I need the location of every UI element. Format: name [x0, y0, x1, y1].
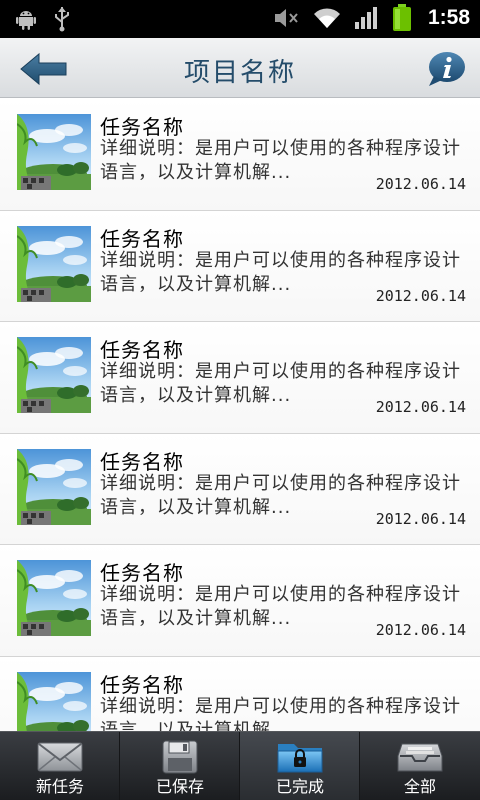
envelope-icon	[36, 740, 84, 774]
tab-1[interactable]: 新任务	[0, 732, 120, 800]
task-description: 详细说明：是用户可以使用的各种程序设计语言，以及计算机解...	[100, 695, 461, 732]
task-name: 任务名称	[100, 115, 184, 139]
task-list-item[interactable]: 任务名称 详细说明：是用户可以使用的各种程序设计语言，以及计算机解... 201…	[0, 99, 480, 211]
task-name: 任务名称	[100, 672, 184, 697]
status-clock: 1:58	[427, 6, 470, 29]
task-name: 任务名称	[100, 449, 184, 474]
task-name: 任务名称	[100, 338, 184, 362]
tab-label: 已保存	[155, 777, 204, 796]
task-thumbnail	[17, 225, 91, 302]
task-thumbnail	[17, 337, 91, 413]
task-date: 2012.06.14	[375, 621, 466, 639]
task-thumbnail	[17, 114, 91, 190]
tab-3[interactable]: 已完成	[240, 732, 360, 800]
title-bar: 项目名称	[0, 38, 480, 98]
task-list-item[interactable]: 任务名称 详细说明：是用户可以使用的各种程序设计语言，以及计算机解... 201…	[0, 433, 480, 545]
task-thumbnail	[17, 560, 91, 636]
tab-label: 全部	[403, 777, 436, 796]
task-list-item[interactable]: 任务名称 详细说明：是用户可以使用的各种程序设计语言，以及计算机解... 201…	[0, 210, 480, 322]
task-thumbnail	[17, 448, 91, 525]
task-list-item[interactable]: 任务名称 详细说明：是用户可以使用的各种程序设计语言，以及计算机解... 201…	[0, 545, 480, 657]
task-thumbnail	[17, 671, 91, 731]
mute-icon	[274, 9, 298, 27]
signal-icon	[354, 7, 377, 29]
floppy-icon	[156, 740, 204, 774]
page-title: 项目名称	[183, 58, 296, 88]
task-date: 2012.06.14	[375, 286, 466, 305]
usb-icon	[55, 7, 69, 32]
task-list-item[interactable]: 任务名称 详细说明：是用户可以使用的各种程序设计语言，以及计算机解... 201…	[0, 322, 480, 434]
tab-4[interactable]: 全部	[360, 732, 480, 800]
status-bar: 1:58	[0, 0, 480, 38]
info-bubble-icon[interactable]	[426, 50, 466, 88]
task-date: 2012.06.14	[375, 509, 466, 528]
tab-label: 新任务	[35, 777, 84, 796]
tab-label: 已完成	[275, 777, 324, 796]
task-date: 2012.06.14	[375, 175, 466, 193]
wifi-icon	[313, 8, 340, 28]
task-name: 任务名称	[100, 561, 184, 585]
task-name: 任务名称	[100, 226, 184, 251]
task-list[interactable]: 任务名称 详细说明：是用户可以使用的各种程序设计语言，以及计算机解... 201…	[0, 99, 480, 731]
task-date: 2012.06.14	[375, 398, 466, 416]
inbox-tray-icon	[396, 740, 444, 774]
tab-2[interactable]: 已保存	[120, 732, 240, 800]
battery-icon	[392, 4, 411, 31]
android-icon	[16, 11, 36, 30]
task-list-item[interactable]: 任务名称 详细说明：是用户可以使用的各种程序设计语言，以及计算机解... 201…	[0, 656, 480, 732]
bottom-tab-bar: 新任务 已保存 已完成 全部	[0, 731, 480, 800]
locked-folder-icon	[276, 740, 324, 774]
